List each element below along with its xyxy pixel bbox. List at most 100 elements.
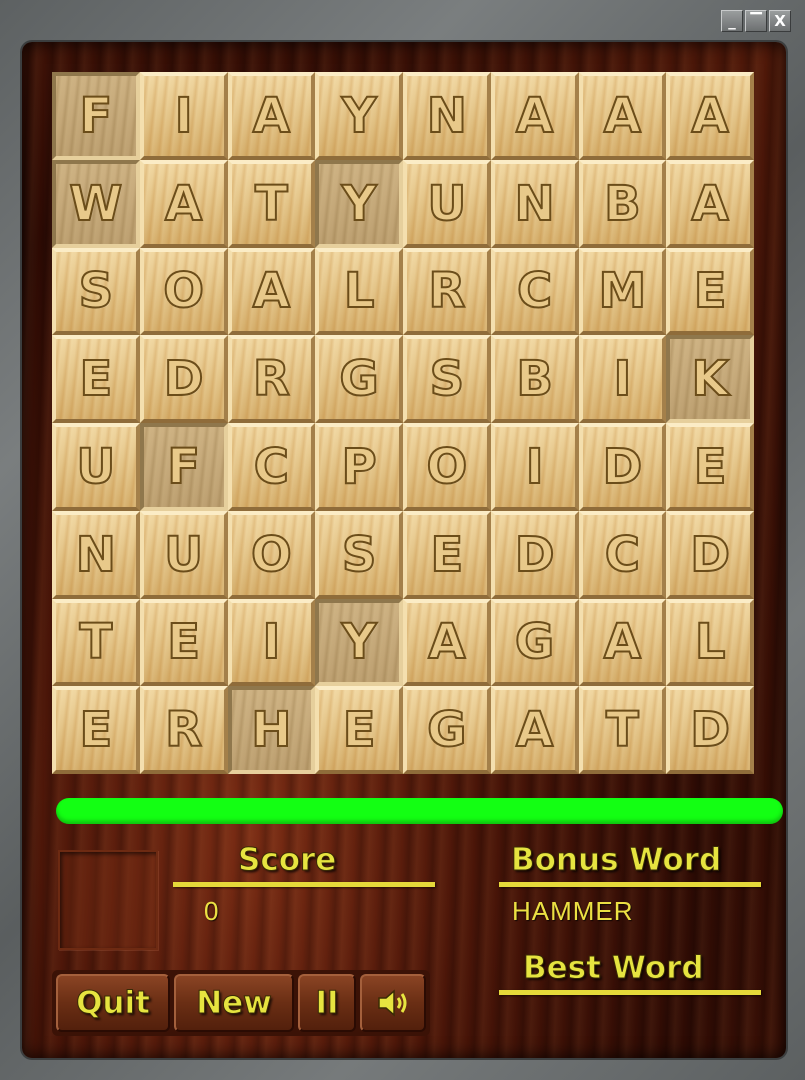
best-word-heading: Best Word xyxy=(523,950,705,987)
letter-tile[interactable]: B xyxy=(490,335,579,423)
sound-button[interactable] xyxy=(360,974,426,1032)
letter-tile[interactable]: A xyxy=(578,598,667,687)
tile-letter: U xyxy=(426,175,467,233)
letter-tile[interactable]: O xyxy=(403,423,491,511)
letter-tile[interactable]: D xyxy=(139,335,228,423)
letter-tile[interactable]: L xyxy=(315,247,403,336)
tile-letter: C xyxy=(516,262,553,320)
tile-letter: A xyxy=(603,613,642,671)
tile-letter: Y xyxy=(341,87,378,145)
letter-tile[interactable]: D xyxy=(490,510,579,599)
tile-letter: D xyxy=(601,438,643,496)
letter-tile[interactable]: T xyxy=(227,159,316,248)
letter-tile[interactable]: U xyxy=(403,159,491,248)
letter-tile[interactable]: N xyxy=(490,159,579,248)
letter-tile[interactable]: Y xyxy=(315,159,403,248)
tile-letter: A xyxy=(515,87,554,145)
letter-tile[interactable]: E xyxy=(666,247,754,336)
letter-tile[interactable]: I xyxy=(490,423,579,511)
tile-letter: C xyxy=(253,438,290,496)
minimize-button[interactable]: _ xyxy=(721,10,743,32)
letter-tile[interactable]: F xyxy=(52,72,140,160)
letter-tile[interactable]: A xyxy=(403,598,491,687)
letter-tile[interactable]: T xyxy=(578,686,667,774)
letter-tile[interactable]: G xyxy=(315,335,403,423)
tile-letter: I xyxy=(174,87,194,145)
tile-letter: N xyxy=(75,526,117,584)
letter-tile[interactable]: R xyxy=(227,335,316,423)
letter-tile[interactable]: D xyxy=(666,510,754,599)
bonus-word-heading: Bonus Word xyxy=(510,842,722,879)
letter-tile[interactable]: R xyxy=(403,247,491,336)
letter-tile[interactable]: A xyxy=(227,247,316,336)
letter-tile[interactable]: C xyxy=(227,423,316,511)
letter-tile[interactable]: I xyxy=(139,72,228,160)
tile-letter: W xyxy=(68,175,123,233)
tile-letter: L xyxy=(343,262,376,320)
letter-tile[interactable]: E xyxy=(666,423,754,511)
letter-tile[interactable]: O xyxy=(227,510,316,599)
letter-tile[interactable]: K xyxy=(666,335,754,423)
letter-tile[interactable]: A xyxy=(490,72,579,160)
letter-tile[interactable]: I xyxy=(578,335,667,423)
close-button[interactable]: X xyxy=(769,10,791,32)
letter-tile[interactable]: E xyxy=(52,686,140,774)
letter-tile[interactable]: E xyxy=(139,598,228,687)
letter-tile[interactable]: S xyxy=(52,247,140,336)
tile-letter: U xyxy=(163,526,204,584)
letter-tile[interactable]: A xyxy=(666,159,754,248)
letter-tile[interactable]: F xyxy=(139,423,228,511)
letter-tile[interactable]: G xyxy=(490,598,579,687)
letter-tile[interactable]: I xyxy=(227,598,316,687)
quit-button[interactable]: Quit xyxy=(56,974,170,1032)
letter-tile[interactable]: A xyxy=(227,72,316,160)
letter-tile[interactable]: Y xyxy=(315,598,403,687)
letter-tile[interactable]: P xyxy=(315,423,403,511)
letter-tile[interactable]: U xyxy=(139,510,228,599)
letter-tile[interactable]: E xyxy=(52,335,140,423)
letter-tile[interactable]: N xyxy=(52,510,140,599)
tile-letter: D xyxy=(689,526,731,584)
letter-tile[interactable]: A xyxy=(666,72,754,160)
letter-tile[interactable]: N xyxy=(403,72,491,160)
letter-tile[interactable]: M xyxy=(578,247,667,336)
letter-tile[interactable]: U xyxy=(52,423,140,511)
letter-tile[interactable]: S xyxy=(315,510,403,599)
tile-letter: E xyxy=(693,262,728,320)
letter-tile[interactable]: E xyxy=(315,686,403,774)
letter-tile[interactable]: R xyxy=(139,686,228,774)
letter-tile[interactable]: W xyxy=(52,159,140,248)
letter-tile[interactable]: C xyxy=(490,247,579,336)
letter-tile[interactable]: T xyxy=(52,598,140,687)
letter-tile[interactable]: A xyxy=(139,159,228,248)
pause-button[interactable]: II xyxy=(298,974,356,1032)
letter-tile[interactable]: L xyxy=(666,598,754,687)
letter-tile[interactable]: D xyxy=(666,686,754,774)
letter-tile[interactable]: A xyxy=(490,686,579,774)
tile-letter: A xyxy=(252,262,291,320)
maximize-button[interactable]: ▔ xyxy=(745,10,767,32)
tile-letter: A xyxy=(691,175,730,233)
tile-letter: A xyxy=(252,87,291,145)
tile-letter: D xyxy=(163,350,205,408)
letter-tile[interactable]: A xyxy=(578,72,667,160)
letter-tile[interactable]: D xyxy=(578,423,667,511)
new-game-button[interactable]: New xyxy=(174,974,294,1032)
letter-tile[interactable]: S xyxy=(403,335,491,423)
letter-tile[interactable]: Y xyxy=(315,72,403,160)
letter-tile[interactable]: C xyxy=(578,510,667,599)
letter-tile[interactable]: G xyxy=(403,686,491,774)
letter-tile[interactable]: H xyxy=(227,686,316,774)
tile-letter: N xyxy=(426,87,468,145)
tile-letter: T xyxy=(605,701,640,759)
tile-letter: Y xyxy=(341,613,378,671)
letter-tile[interactable]: B xyxy=(578,159,667,248)
tile-letter: G xyxy=(338,350,379,408)
tile-letter: T xyxy=(79,613,114,671)
tile-letter: C xyxy=(604,526,641,584)
letter-tile[interactable]: E xyxy=(403,510,491,599)
best-word-divider xyxy=(499,990,761,995)
tile-letter: Y xyxy=(341,175,378,233)
tile-letter: A xyxy=(603,87,642,145)
letter-tile[interactable]: O xyxy=(139,247,228,336)
